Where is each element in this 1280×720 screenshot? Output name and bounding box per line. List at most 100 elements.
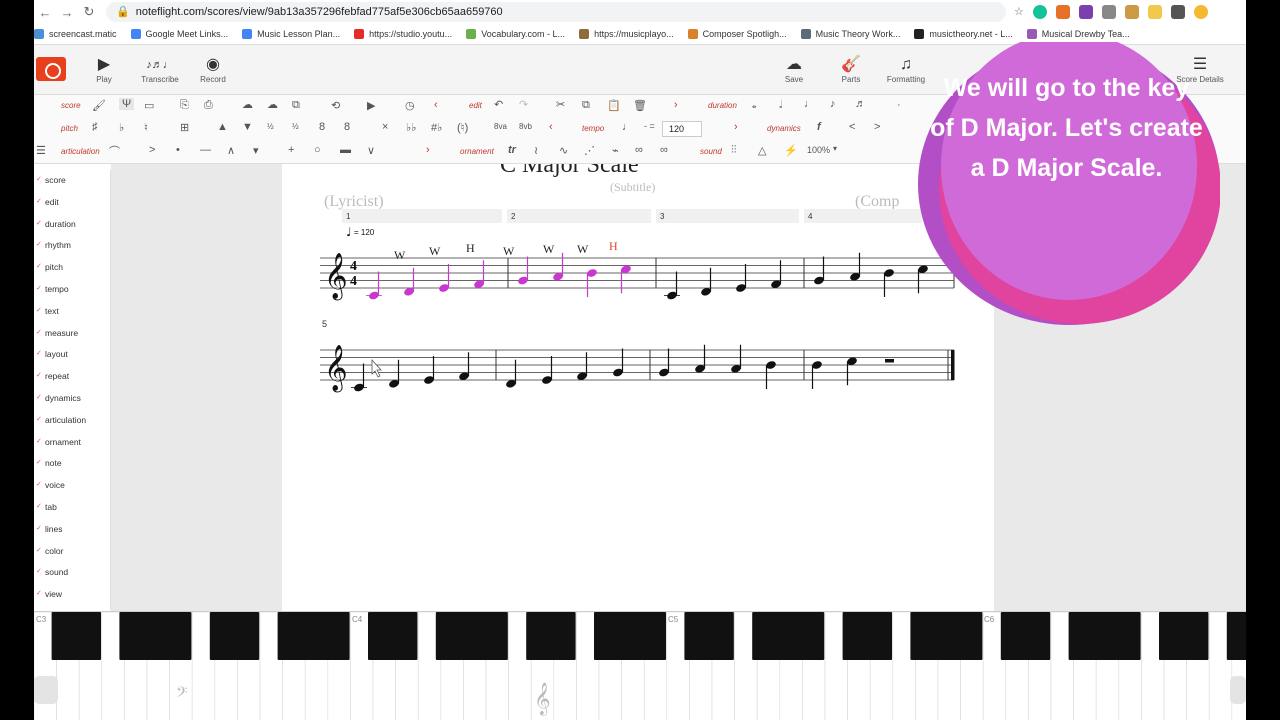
cloud-upload-icon[interactable]: ☁ <box>242 98 253 111</box>
piano-black-key[interactable] <box>481 612 508 660</box>
lightning-icon[interactable]: ⚡ <box>784 144 798 157</box>
play-button[interactable]: ▶ Play <box>78 55 130 84</box>
down-arrow-icon[interactable]: ▼ <box>242 121 253 133</box>
avatar[interactable] <box>1193 5 1208 19</box>
extension-icon[interactable] <box>1124 5 1139 19</box>
frame-icon[interactable]: ▭ <box>144 99 154 112</box>
mordent-icon[interactable]: ⌁ <box>612 144 619 157</box>
sharp-icon[interactable]: ♯ <box>92 121 98 133</box>
double-flat-icon[interactable]: ♭♭ <box>406 121 416 134</box>
half-step-down-icon[interactable]: ½ <box>292 122 299 131</box>
sidebar-item-rhythm[interactable]: rhythm <box>36 240 71 250</box>
parts-button[interactable]: 🎸 Parts <box>825 55 877 84</box>
glissando-icon[interactable]: ∞ <box>635 144 643 156</box>
cloud-download-icon[interactable]: ☁ <box>267 98 278 111</box>
puzzle-icon[interactable] <box>1101 5 1116 19</box>
measure-number-bar[interactable] <box>507 209 651 223</box>
piano-black-key[interactable] <box>548 612 576 660</box>
marcato-icon[interactable]: ∧ <box>227 144 235 157</box>
crescendo-icon[interactable]: < <box>849 121 855 133</box>
clock-icon[interactable]: ◷ <box>405 99 415 112</box>
sidebar-item-repeat[interactable]: repeat <box>36 371 69 381</box>
piano-scroll-left-button[interactable] <box>34 676 58 704</box>
piano-black-key[interactable] <box>1181 612 1209 660</box>
dot-icon[interactable]: · <box>897 99 901 111</box>
duration-palette-label[interactable]: duration <box>708 101 737 110</box>
slur-icon[interactable]: ⌒ <box>109 143 120 159</box>
tempo-palette-label[interactable]: tempo <box>582 124 604 133</box>
quarter-note-icon[interactable]: ♩ <box>804 98 815 110</box>
sidebar-item-voice[interactable]: voice <box>36 480 65 490</box>
piano-black-key[interactable] <box>865 612 893 660</box>
menu-icon[interactable] <box>1170 5 1185 19</box>
eighth-note-icon[interactable]: ♪ <box>830 98 836 110</box>
piano-black-key[interactable] <box>955 612 983 660</box>
bookmark-item[interactable]: Musical Drewby Tea... <box>1026 29 1130 39</box>
measure-number-bar[interactable] <box>656 209 799 223</box>
octave-up-icon[interactable]: 8 <box>319 121 325 133</box>
paste-icon[interactable]: 📋 <box>607 99 621 112</box>
composer-field[interactable]: (Comp <box>855 193 899 210</box>
trill-icon[interactable]: tr <box>508 144 516 156</box>
extension-icon[interactable] <box>1147 5 1162 19</box>
record-button[interactable]: ◉ Record <box>187 55 239 84</box>
accent-icon[interactable]: > <box>149 144 155 156</box>
bookmark-item[interactable]: Vocabulary.com - L... <box>466 29 565 39</box>
8va-icon[interactable]: 8va <box>494 122 507 131</box>
hamburger-icon[interactable]: ☰ <box>36 144 46 157</box>
extension-icon[interactable] <box>1055 5 1070 19</box>
back-icon[interactable]: ← <box>34 5 56 20</box>
piano-black-key[interactable] <box>707 612 734 660</box>
duplicate-icon[interactable]: ⧉ <box>292 99 300 112</box>
undo-icon[interactable]: ↶ <box>494 98 503 111</box>
x-notehead-icon[interactable]: × <box>382 121 388 133</box>
chord-icon[interactable]: ⊞ <box>180 121 189 134</box>
piano-keyboard[interactable]: C3 C4 C5 C6 𝄢 𝄞 <box>34 611 1246 720</box>
chevron-left-icon[interactable]: ‹ <box>549 121 553 133</box>
bookmark-item[interactable]: screencast.matic <box>34 29 117 39</box>
bookmark-item[interactable]: https://musicplayo... <box>579 29 674 39</box>
harmonic-icon[interactable]: ○ <box>314 144 321 156</box>
fermata-icon[interactable]: ▬ <box>340 144 351 156</box>
score-title[interactable]: C Major Scale <box>500 152 639 178</box>
edit-palette-label[interactable]: edit <box>469 101 482 110</box>
ornament-palette-label[interactable]: ornament <box>460 147 494 156</box>
sidebar-item-lines[interactable]: lines <box>36 524 63 534</box>
natural-icon[interactable]: ♮ <box>144 121 148 134</box>
copy-icon[interactable]: ⧉ <box>582 99 590 112</box>
mixer-icon[interactable]: ⫶⫶ <box>731 144 737 157</box>
playback-icon[interactable]: ▶ <box>367 99 375 112</box>
address-field[interactable]: 🔒 noteflight.com/scores/view/9ab13a357296… <box>106 2 1006 22</box>
sound-palette-label[interactable]: sound <box>700 147 722 156</box>
sidebar-item-sound[interactable]: sound <box>36 567 68 577</box>
dynamics-palette-label[interactable]: dynamics <box>767 124 801 133</box>
piano-scroll-right-button[interactable] <box>1230 676 1246 704</box>
print-icon[interactable]: ⎙ <box>204 99 213 112</box>
bookmark-item[interactable]: musictheory.net - L... <box>914 29 1013 39</box>
sidebar-item-duration[interactable]: duration <box>36 219 76 229</box>
tuning-fork-icon[interactable]: Ψ <box>119 98 135 110</box>
decrescendo-icon[interactable]: > <box>874 121 880 133</box>
sidebar-item-layout[interactable]: layout <box>36 349 68 359</box>
bookmark-item[interactable]: Composer Spotligh... <box>687 29 787 39</box>
history-icon[interactable]: ⟲ <box>331 99 340 112</box>
brush-icon[interactable]: 🖌 <box>92 99 106 112</box>
sidebar-item-color[interactable]: color <box>36 546 64 556</box>
zoom-dropdown-icon[interactable]: ▾ <box>833 144 837 153</box>
sidebar-item-ornament[interactable]: ornament <box>36 437 81 447</box>
sidebar-item-edit[interactable]: edit <box>36 197 59 207</box>
bookmark-item[interactable]: Music Theory Work... <box>800 29 900 39</box>
sidebar-item-score[interactable]: score <box>36 175 66 185</box>
zoom-level[interactable]: 100% <box>807 145 830 155</box>
plus-icon[interactable]: + <box>288 144 294 156</box>
flat-icon[interactable]: ♭ <box>119 121 124 134</box>
staccatissimo-icon[interactable]: ▾ <box>253 144 259 157</box>
whole-note-icon[interactable]: 𝅝 <box>752 99 756 112</box>
sidebar-item-text[interactable]: text <box>36 306 59 316</box>
reload-icon[interactable]: ↻ <box>78 4 100 20</box>
transcribe-button[interactable]: ♪♬♩ Transcribe <box>132 55 188 84</box>
courtesy-accidental-icon[interactable]: (♮) <box>457 121 468 134</box>
8vb-icon[interactable]: 8vb <box>519 122 532 131</box>
metronome-icon[interactable]: △ <box>758 144 766 157</box>
chevron-left-icon[interactable]: ‹ <box>434 99 438 111</box>
